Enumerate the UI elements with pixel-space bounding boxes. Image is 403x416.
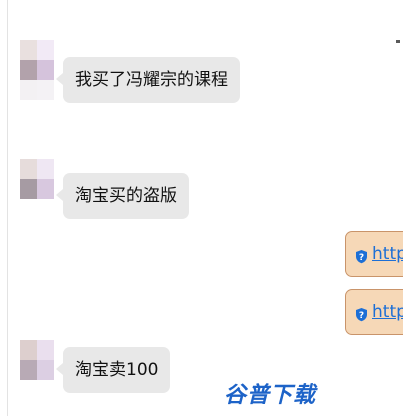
shield-question-icon: ? [354, 307, 369, 322]
message-text: 淘宝买的盗版 [75, 186, 177, 206]
svg-text:?: ? [359, 253, 364, 263]
corner-mark [396, 40, 400, 43]
link-bubble[interactable]: ? http [345, 231, 403, 277]
message-bubble[interactable]: 我买了冯耀宗的课程 [56, 57, 240, 103]
watermark-logo: 谷普下载 [224, 383, 317, 408]
link-text[interactable]: http [372, 244, 403, 264]
left-divider [7, 0, 8, 416]
chat-window: 我买了冯耀宗的课程 淘宝买的盗版 ? http ? http 淘宝卖100 谷普… [0, 0, 403, 416]
avatar[interactable] [20, 40, 54, 100]
avatar[interactable] [20, 340, 54, 400]
message-bubble[interactable]: 淘宝买的盗版 [56, 173, 189, 219]
link-text[interactable]: http [372, 302, 403, 322]
link-bubble[interactable]: ? http [345, 289, 403, 335]
message-text: 淘宝卖100 [75, 360, 159, 380]
message-bubble[interactable]: 淘宝卖100 [55, 347, 171, 393]
svg-text:?: ? [359, 311, 364, 321]
shield-question-icon: ? [354, 249, 369, 264]
message-text: 我买了冯耀宗的课程 [75, 70, 228, 90]
avatar[interactable] [20, 159, 54, 219]
